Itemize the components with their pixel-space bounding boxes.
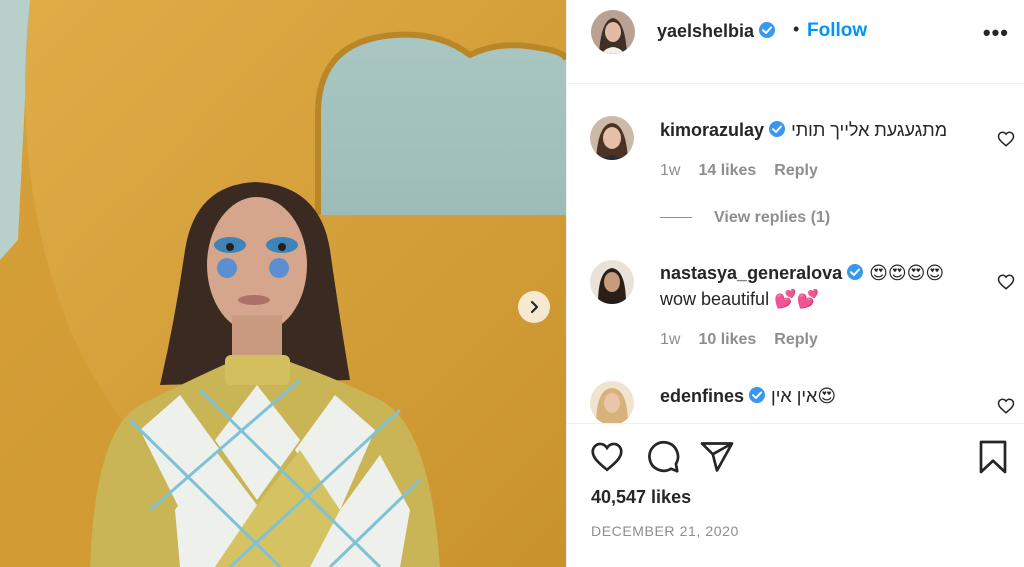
comment-item: nastasya_generalova 😍😍😍😍 wow beautiful 💕… xyxy=(567,250,1024,370)
comment-time: 1w xyxy=(660,331,681,348)
comment-text: 😍😍😍😍 xyxy=(869,263,945,283)
comment-text-row: edenfines אין אין😍 xyxy=(660,386,836,407)
comment-username[interactable]: kimorazulay xyxy=(660,120,764,140)
verified-badge-icon xyxy=(749,387,766,403)
comment-text-row: nastasya_generalova 😍😍😍😍 xyxy=(660,263,944,284)
author-username-text: yaelshelbia xyxy=(657,21,755,41)
verified-badge-icon xyxy=(759,22,776,38)
likes-count[interactable]: 40,547 likes xyxy=(591,487,691,508)
comment-text: מתגעגעת אלייך תותי xyxy=(791,120,948,140)
post-photo xyxy=(0,0,566,567)
comment-text-row: kimorazulay מתגעגעת אלייך תותי xyxy=(660,120,947,141)
header-separator: • xyxy=(793,19,800,39)
view-replies-line xyxy=(660,217,692,219)
comment-text: אין אין😍 xyxy=(771,386,837,406)
post-details-panel: yaelshelbia • Follow ••• kimorazulay מתג… xyxy=(566,0,1024,567)
reply-button[interactable]: Reply xyxy=(774,331,818,348)
commenter-avatar[interactable] xyxy=(590,381,634,423)
heart-icon[interactable] xyxy=(589,439,625,475)
comment-meta: 1w 10 likes Reply xyxy=(660,331,836,349)
view-replies-label: View replies (1) xyxy=(714,209,831,226)
comment-item: edenfines אין אין😍 xyxy=(567,375,1024,423)
next-image-button[interactable] xyxy=(518,291,550,323)
author-avatar[interactable] xyxy=(591,10,635,54)
commenter-avatar[interactable] xyxy=(590,260,634,304)
share-icon[interactable] xyxy=(699,439,735,475)
verified-badge-icon xyxy=(769,121,786,137)
comment-like-heart-icon[interactable] xyxy=(997,130,1015,148)
post-header: yaelshelbia • Follow ••• xyxy=(567,0,1024,84)
comment-username[interactable]: edenfines xyxy=(660,386,744,406)
post-date: DECEMBER 21, 2020 xyxy=(591,523,739,539)
chevron-right-icon xyxy=(530,300,539,314)
comment-likes[interactable]: 10 likes xyxy=(698,331,756,348)
verified-badge-icon xyxy=(847,264,864,280)
comment-icon[interactable] xyxy=(645,439,681,475)
comment-like-heart-icon[interactable] xyxy=(997,273,1015,291)
comment-time: 1w xyxy=(660,162,681,179)
follow-button[interactable]: Follow xyxy=(807,20,867,42)
comment-like-heart-icon[interactable] xyxy=(997,397,1015,415)
post-actions: 40,547 likes DECEMBER 21, 2020 xyxy=(567,423,1024,567)
comment-item: kimorazulay מתגעגעת אלייך תותי 1w 14 like… xyxy=(567,85,1024,235)
post-image[interactable] xyxy=(0,0,566,567)
author-username[interactable]: yaelshelbia xyxy=(657,21,776,42)
reply-button[interactable]: Reply xyxy=(774,162,818,179)
view-replies-button[interactable]: View replies (1) xyxy=(660,209,830,227)
comment-meta: 1w 14 likes Reply xyxy=(660,162,836,180)
more-options-icon[interactable]: ••• xyxy=(983,22,1009,44)
bookmark-icon[interactable] xyxy=(975,439,1011,475)
comment-username[interactable]: nastasya_generalova xyxy=(660,263,842,283)
comments-list: kimorazulay מתגעגעת אלייך תותי 1w 14 like… xyxy=(567,85,1024,423)
commenter-avatar[interactable] xyxy=(590,116,634,160)
comment-text-continued: wow beautiful 💕💕 xyxy=(660,289,819,309)
comment-likes[interactable]: 14 likes xyxy=(698,162,756,179)
